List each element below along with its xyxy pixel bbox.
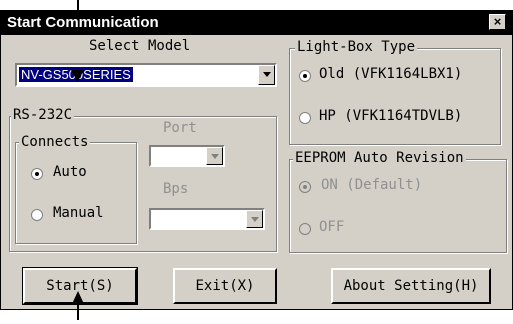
eeprom-off-radio[interactable] (299, 223, 311, 235)
port-drop-button[interactable] (206, 147, 223, 165)
connects-legend: Connects (19, 134, 91, 150)
eeprom-on-label[interactable]: ON (Default) (321, 177, 422, 193)
window-title: Start Communication (7, 14, 159, 31)
bps-dropdown[interactable] (149, 208, 265, 230)
select-model-value: NV-GS500SERIES (19, 67, 133, 82)
light-box-hp-label[interactable]: HP (VFK1164TDVLB) (319, 108, 462, 124)
connects-manual-radio[interactable] (31, 209, 43, 221)
connects-auto-radio[interactable] (31, 168, 43, 180)
light-box-hp-radio[interactable] (299, 112, 311, 124)
connects-auto-label[interactable]: Auto (53, 164, 87, 180)
light-box-old-radio[interactable] (299, 70, 311, 82)
bps-drop-button[interactable] (246, 210, 263, 228)
rs232c-legend: RS-232C (11, 107, 75, 123)
light-box-type-group (289, 48, 501, 145)
radio-dot (35, 172, 39, 176)
port-label: Port (163, 120, 197, 136)
exit-button[interactable]: Exit(X) (173, 268, 277, 304)
close-icon: × (493, 14, 502, 29)
about-setting-button[interactable]: About Setting(H) (331, 268, 491, 304)
light-box-old-label[interactable]: Old (VFK1164LBX1) (319, 66, 462, 82)
start-button-label: Start(S) (46, 278, 114, 294)
chevron-down-icon (251, 217, 259, 222)
radio-dot (303, 185, 307, 189)
select-model-dropdown[interactable]: NV-GS500SERIES (15, 63, 277, 87)
radio-dot (303, 74, 307, 78)
chevron-down-icon (263, 72, 271, 77)
bps-label: Bps (163, 181, 189, 197)
connects-manual-label[interactable]: Manual (53, 205, 104, 221)
eeprom-off-label[interactable]: OFF (319, 219, 344, 235)
about-setting-button-label: About Setting(H) (343, 278, 479, 294)
exit-button-label: Exit(X) (195, 278, 255, 294)
light-box-type-legend: Light-Box Type (295, 39, 418, 55)
start-button[interactable]: Start(S) (22, 267, 138, 305)
port-dropdown[interactable] (149, 145, 225, 167)
start-communication-dialog: Start Communication × Select Model NV-GS… (0, 10, 513, 310)
eeprom-legend: EEPROM Auto Revision (293, 150, 466, 166)
select-model-drop-button[interactable] (258, 65, 275, 85)
title-bar[interactable]: Start Communication × (1, 11, 512, 35)
eeprom-on-radio[interactable] (299, 181, 311, 193)
select-model-label: Select Model (89, 38, 191, 54)
chevron-down-icon (211, 154, 219, 159)
close-button[interactable]: × (489, 14, 506, 30)
connects-group (15, 142, 137, 244)
eeprom-group (289, 159, 507, 253)
